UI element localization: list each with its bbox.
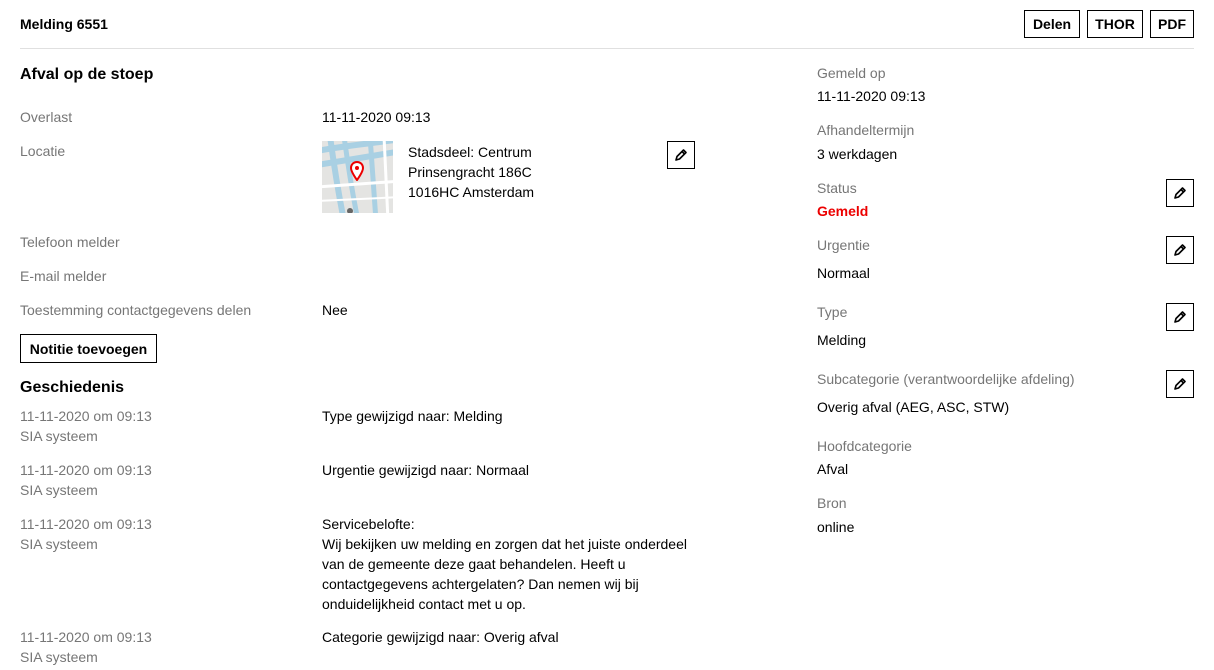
overlast-label: Overlast — [20, 109, 73, 125]
history-date: 11-11-2020 om 09:13 — [20, 629, 152, 645]
history-user: SIA systeem — [20, 428, 98, 444]
page-title: Melding 6551 — [20, 16, 108, 32]
status-value: Gemeld — [817, 203, 869, 219]
history-user: SIA systeem — [20, 482, 98, 498]
history-date: 11-11-2020 om 09:13 — [20, 516, 152, 532]
history-user: SIA systeem — [20, 649, 98, 665]
page-header: Melding 6551 Delen THOR PDF — [20, 0, 1194, 49]
pencil-icon — [1174, 378, 1186, 390]
add-note-button[interactable]: Notitie toevoegen — [20, 334, 157, 363]
afhandeltermijn-value: 3 werkdagen — [817, 146, 898, 162]
history-text: Type gewijzigd naar: Melding — [322, 408, 503, 424]
history-item-meta: 11-11-2020 om 09:13 SIA systeem — [20, 460, 152, 500]
toestemming-value: Nee — [322, 302, 348, 318]
location-district: Stadsdeel: Centrum — [408, 144, 532, 160]
hoofdcategorie-value: Afval — [817, 461, 849, 477]
history-text: Urgentie gewijzigd naar: Normaal — [322, 462, 529, 478]
incident-title: Afval op de stoep — [20, 66, 154, 83]
location-postcode: 1016HC Amsterdam — [408, 184, 535, 200]
history-text: Servicebelofte: Wij bekijken uw melding … — [322, 516, 687, 612]
history-item-meta: 11-11-2020 om 09:13 SIA systeem — [20, 627, 152, 667]
gemeld-op-label: Gemeld op — [817, 65, 886, 81]
hoofdcategorie-label: Hoofdcategorie — [817, 438, 912, 454]
location-address: Stadsdeel: Centrum Prinsengracht 186C 10… — [408, 142, 534, 202]
telefoon-label: Telefoon melder — [20, 234, 120, 250]
pencil-icon — [1174, 311, 1186, 323]
edit-urgentie-button[interactable] — [1166, 236, 1194, 264]
toestemming-label: Toestemming contactgegevens delen — [20, 302, 252, 318]
type-value: Melding — [817, 332, 867, 348]
history-item-meta: 11-11-2020 om 09:13 SIA systeem — [20, 406, 152, 446]
locatie-label: Locatie — [20, 143, 66, 159]
history-text: Categorie gewijzigd naar: Overig afval — [322, 629, 559, 645]
email-label: E-mail melder — [20, 268, 107, 284]
urgentie-label: Urgentie — [817, 237, 870, 253]
location-street: Prinsengracht 186C — [408, 164, 532, 180]
urgentie-value: Normaal — [817, 265, 870, 281]
pencil-icon — [1174, 187, 1186, 199]
map-marker-icon — [350, 161, 364, 181]
edit-status-button[interactable] — [1166, 179, 1194, 207]
history-title: Geschiedenis — [20, 379, 125, 396]
history-date: 11-11-2020 om 09:13 — [20, 408, 152, 424]
pdf-button[interactable]: PDF — [1150, 10, 1194, 38]
type-label: Type — [817, 304, 848, 320]
gemeld-op-value: 11-11-2020 09:13 — [817, 88, 926, 104]
edit-subcategorie-button[interactable] — [1166, 370, 1194, 398]
history-item-meta: 11-11-2020 om 09:13 SIA systeem — [20, 514, 152, 554]
edit-type-button[interactable] — [1166, 303, 1194, 331]
status-label: Status — [817, 180, 857, 196]
bron-value: online — [817, 519, 855, 535]
share-button[interactable]: Delen — [1024, 10, 1080, 38]
location-map[interactable] — [322, 141, 393, 213]
thor-button[interactable]: THOR — [1087, 10, 1143, 38]
edit-location-button[interactable] — [667, 141, 695, 169]
bron-label: Bron — [817, 495, 847, 511]
pencil-icon — [675, 149, 687, 161]
subcategorie-label: Subcategorie (verantwoordelijke afdeling… — [817, 371, 1075, 387]
overlast-value: 11-11-2020 09:13 — [322, 109, 431, 125]
subcategorie-value: Overig afval (AEG, ASC, STW) — [817, 399, 1010, 415]
history-user: SIA systeem — [20, 536, 98, 552]
pencil-icon — [1174, 244, 1186, 256]
afhandeltermijn-label: Afhandeltermijn — [817, 122, 915, 138]
history-date: 11-11-2020 om 09:13 — [20, 462, 152, 478]
